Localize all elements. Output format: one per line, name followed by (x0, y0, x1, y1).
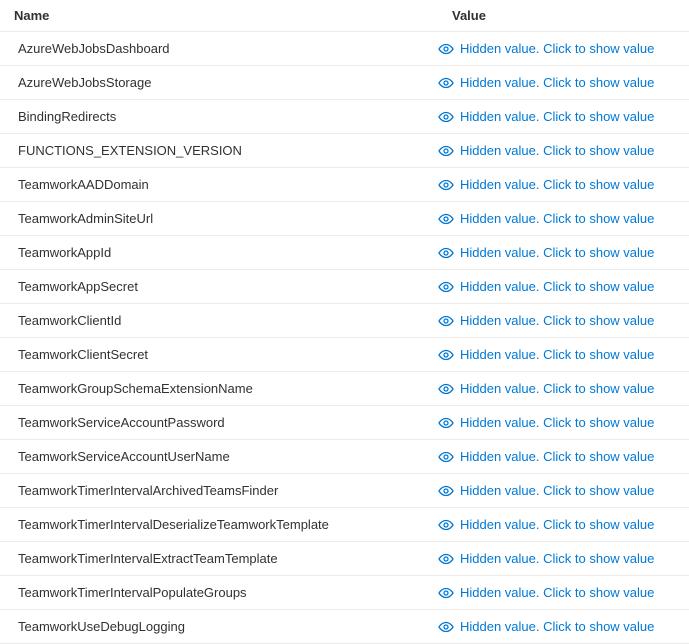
setting-name: TeamworkServiceAccountUserName (0, 441, 438, 472)
eye-icon[interactable] (438, 415, 454, 431)
table-row: AzureWebJobsDashboard Hidden value. Click… (0, 32, 689, 66)
setting-name: TeamworkAppSecret (0, 271, 438, 302)
show-value-link[interactable]: Hidden value. Click to show value (460, 211, 654, 226)
setting-value: Hidden value. Click to show value (438, 67, 689, 99)
setting-value: Hidden value. Click to show value (438, 407, 689, 439)
setting-value: Hidden value. Click to show value (438, 33, 689, 65)
table-header: Name Value (0, 0, 689, 32)
eye-icon[interactable] (438, 313, 454, 329)
show-value-link[interactable]: Hidden value. Click to show value (460, 245, 654, 260)
eye-icon[interactable] (438, 347, 454, 363)
setting-value: Hidden value. Click to show value (438, 271, 689, 303)
table-row: TeamworkAppId Hidden value. Click to show… (0, 236, 689, 270)
setting-value: Hidden value. Click to show value (438, 339, 689, 371)
setting-name: TeamworkServiceAccountPassword (0, 407, 438, 438)
setting-value: Hidden value. Click to show value (438, 577, 689, 609)
setting-name: TeamworkAppId (0, 237, 438, 268)
setting-name: TeamworkUseDebugLogging (0, 611, 438, 642)
eye-icon[interactable] (438, 381, 454, 397)
setting-name: AzureWebJobsStorage (0, 67, 438, 98)
setting-value: Hidden value. Click to show value (438, 475, 689, 507)
setting-name: TeamworkClientId (0, 305, 438, 336)
show-value-link[interactable]: Hidden value. Click to show value (460, 415, 654, 430)
show-value-link[interactable]: Hidden value. Click to show value (460, 313, 654, 328)
show-value-link[interactable]: Hidden value. Click to show value (460, 279, 654, 294)
setting-value: Hidden value. Click to show value (438, 543, 689, 575)
table-row: TeamworkUseDebugLogging Hidden value. Cli… (0, 610, 689, 644)
table-row: TeamworkClientId Hidden value. Click to s… (0, 304, 689, 338)
eye-icon[interactable] (438, 41, 454, 57)
settings-table: Name Value AzureWebJobsDashboard Hidden v… (0, 0, 689, 644)
setting-value: Hidden value. Click to show value (438, 611, 689, 643)
setting-value: Hidden value. Click to show value (438, 169, 689, 201)
column-header-value: Value (438, 0, 689, 31)
table-row: TeamworkAADDomain Hidden value. Click to … (0, 168, 689, 202)
setting-name: TeamworkTimerIntervalDeserializeTeamwork… (0, 509, 438, 540)
setting-name: TeamworkTimerIntervalPopulateGroups (0, 577, 438, 608)
table-row: BindingRedirects Hidden value. Click to s… (0, 100, 689, 134)
setting-name: TeamworkGroupSchemaExtensionName (0, 373, 438, 404)
show-value-link[interactable]: Hidden value. Click to show value (460, 483, 654, 498)
eye-icon[interactable] (438, 245, 454, 261)
table-row: TeamworkAppSecret Hidden value. Click to … (0, 270, 689, 304)
table-row: TeamworkAdminSiteUrl Hidden value. Click … (0, 202, 689, 236)
setting-value: Hidden value. Click to show value (438, 203, 689, 235)
setting-value: Hidden value. Click to show value (438, 441, 689, 473)
eye-icon[interactable] (438, 619, 454, 635)
show-value-link[interactable]: Hidden value. Click to show value (460, 449, 654, 464)
table-row: TeamworkClientSecret Hidden value. Click … (0, 338, 689, 372)
setting-value: Hidden value. Click to show value (438, 373, 689, 405)
table-row: TeamworkServiceAccountPassword Hidden val… (0, 406, 689, 440)
table-row: TeamworkTimerIntervalPopulateGroups Hidde… (0, 576, 689, 610)
show-value-link[interactable]: Hidden value. Click to show value (460, 551, 654, 566)
table-body: AzureWebJobsDashboard Hidden value. Click… (0, 32, 689, 644)
setting-name: FUNCTIONS_EXTENSION_VERSION (0, 135, 438, 166)
eye-icon[interactable] (438, 109, 454, 125)
show-value-link[interactable]: Hidden value. Click to show value (460, 585, 654, 600)
eye-icon[interactable] (438, 551, 454, 567)
setting-value: Hidden value. Click to show value (438, 101, 689, 133)
setting-name: TeamworkAdminSiteUrl (0, 203, 438, 234)
setting-value: Hidden value. Click to show value (438, 237, 689, 269)
show-value-link[interactable]: Hidden value. Click to show value (460, 143, 654, 158)
show-value-link[interactable]: Hidden value. Click to show value (460, 347, 654, 362)
setting-name: AzureWebJobsDashboard (0, 33, 438, 64)
eye-icon[interactable] (438, 177, 454, 193)
table-row: TeamworkServiceAccountUserName Hidden val… (0, 440, 689, 474)
eye-icon[interactable] (438, 279, 454, 295)
setting-value: Hidden value. Click to show value (438, 509, 689, 541)
eye-icon[interactable] (438, 143, 454, 159)
eye-icon[interactable] (438, 483, 454, 499)
eye-icon[interactable] (438, 75, 454, 91)
setting-name: BindingRedirects (0, 101, 438, 132)
table-row: TeamworkTimerIntervalDeserializeTeamwork… (0, 508, 689, 542)
table-row: AzureWebJobsStorage Hidden value. Click t… (0, 66, 689, 100)
show-value-link[interactable]: Hidden value. Click to show value (460, 75, 654, 90)
setting-name: TeamworkTimerIntervalExtractTeamTemplate (0, 543, 438, 574)
show-value-link[interactable]: Hidden value. Click to show value (460, 517, 654, 532)
eye-icon[interactable] (438, 585, 454, 601)
show-value-link[interactable]: Hidden value. Click to show value (460, 381, 654, 396)
setting-value: Hidden value. Click to show value (438, 305, 689, 337)
show-value-link[interactable]: Hidden value. Click to show value (460, 109, 654, 124)
table-row: TeamworkTimerIntervalExtractTeamTemplate… (0, 542, 689, 576)
setting-value: Hidden value. Click to show value (438, 135, 689, 167)
column-header-name: Name (0, 0, 438, 31)
table-row: TeamworkTimerIntervalArchivedTeamsFinder… (0, 474, 689, 508)
table-row: FUNCTIONS_EXTENSION_VERSION Hidden value.… (0, 134, 689, 168)
table-row: TeamworkGroupSchemaExtensionName Hidden v… (0, 372, 689, 406)
eye-icon[interactable] (438, 449, 454, 465)
show-value-link[interactable]: Hidden value. Click to show value (460, 177, 654, 192)
show-value-link[interactable]: Hidden value. Click to show value (460, 619, 654, 634)
setting-name: TeamworkAADDomain (0, 169, 438, 200)
setting-name: TeamworkClientSecret (0, 339, 438, 370)
eye-icon[interactable] (438, 517, 454, 533)
show-value-link[interactable]: Hidden value. Click to show value (460, 41, 654, 56)
setting-name: TeamworkTimerIntervalArchivedTeamsFinder (0, 475, 438, 506)
eye-icon[interactable] (438, 211, 454, 227)
